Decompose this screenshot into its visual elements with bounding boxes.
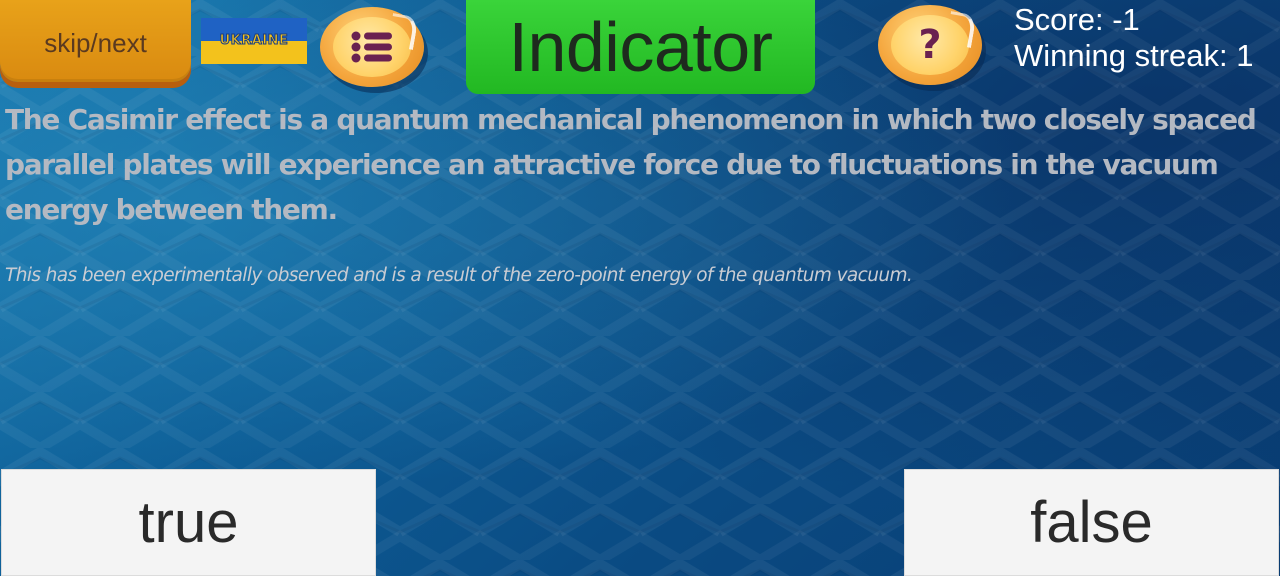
score-panel: Score: -1 Winning streak: 1 xyxy=(1014,2,1254,74)
false-button[interactable]: false xyxy=(904,469,1279,576)
score-value: Score: -1 xyxy=(1014,2,1140,37)
true-button[interactable]: true xyxy=(1,469,376,576)
indicator-title-button[interactable]: Indicator xyxy=(466,0,815,94)
help-button[interactable]: ? xyxy=(878,5,982,85)
ukraine-flag-label: UKRAINE xyxy=(219,33,289,49)
question-mark-icon: ? xyxy=(918,22,942,68)
indicator-title-label: Indicator xyxy=(508,8,773,86)
list-icon xyxy=(351,31,392,63)
false-button-label: false xyxy=(1030,490,1153,555)
menu-button[interactable] xyxy=(320,7,424,87)
true-button-label: true xyxy=(138,490,239,555)
winning-streak-value: Winning streak: 1 xyxy=(1014,38,1254,73)
ukraine-flag-icon[interactable]: UKRAINE xyxy=(201,18,307,64)
skip-next-button[interactable]: skip/next xyxy=(0,0,191,82)
question-statement: The Casimir effect is a quantum mechanic… xyxy=(5,103,1257,226)
skip-next-label: skip/next xyxy=(44,27,147,58)
question-explanation: This has been experimentally observed an… xyxy=(5,265,913,286)
